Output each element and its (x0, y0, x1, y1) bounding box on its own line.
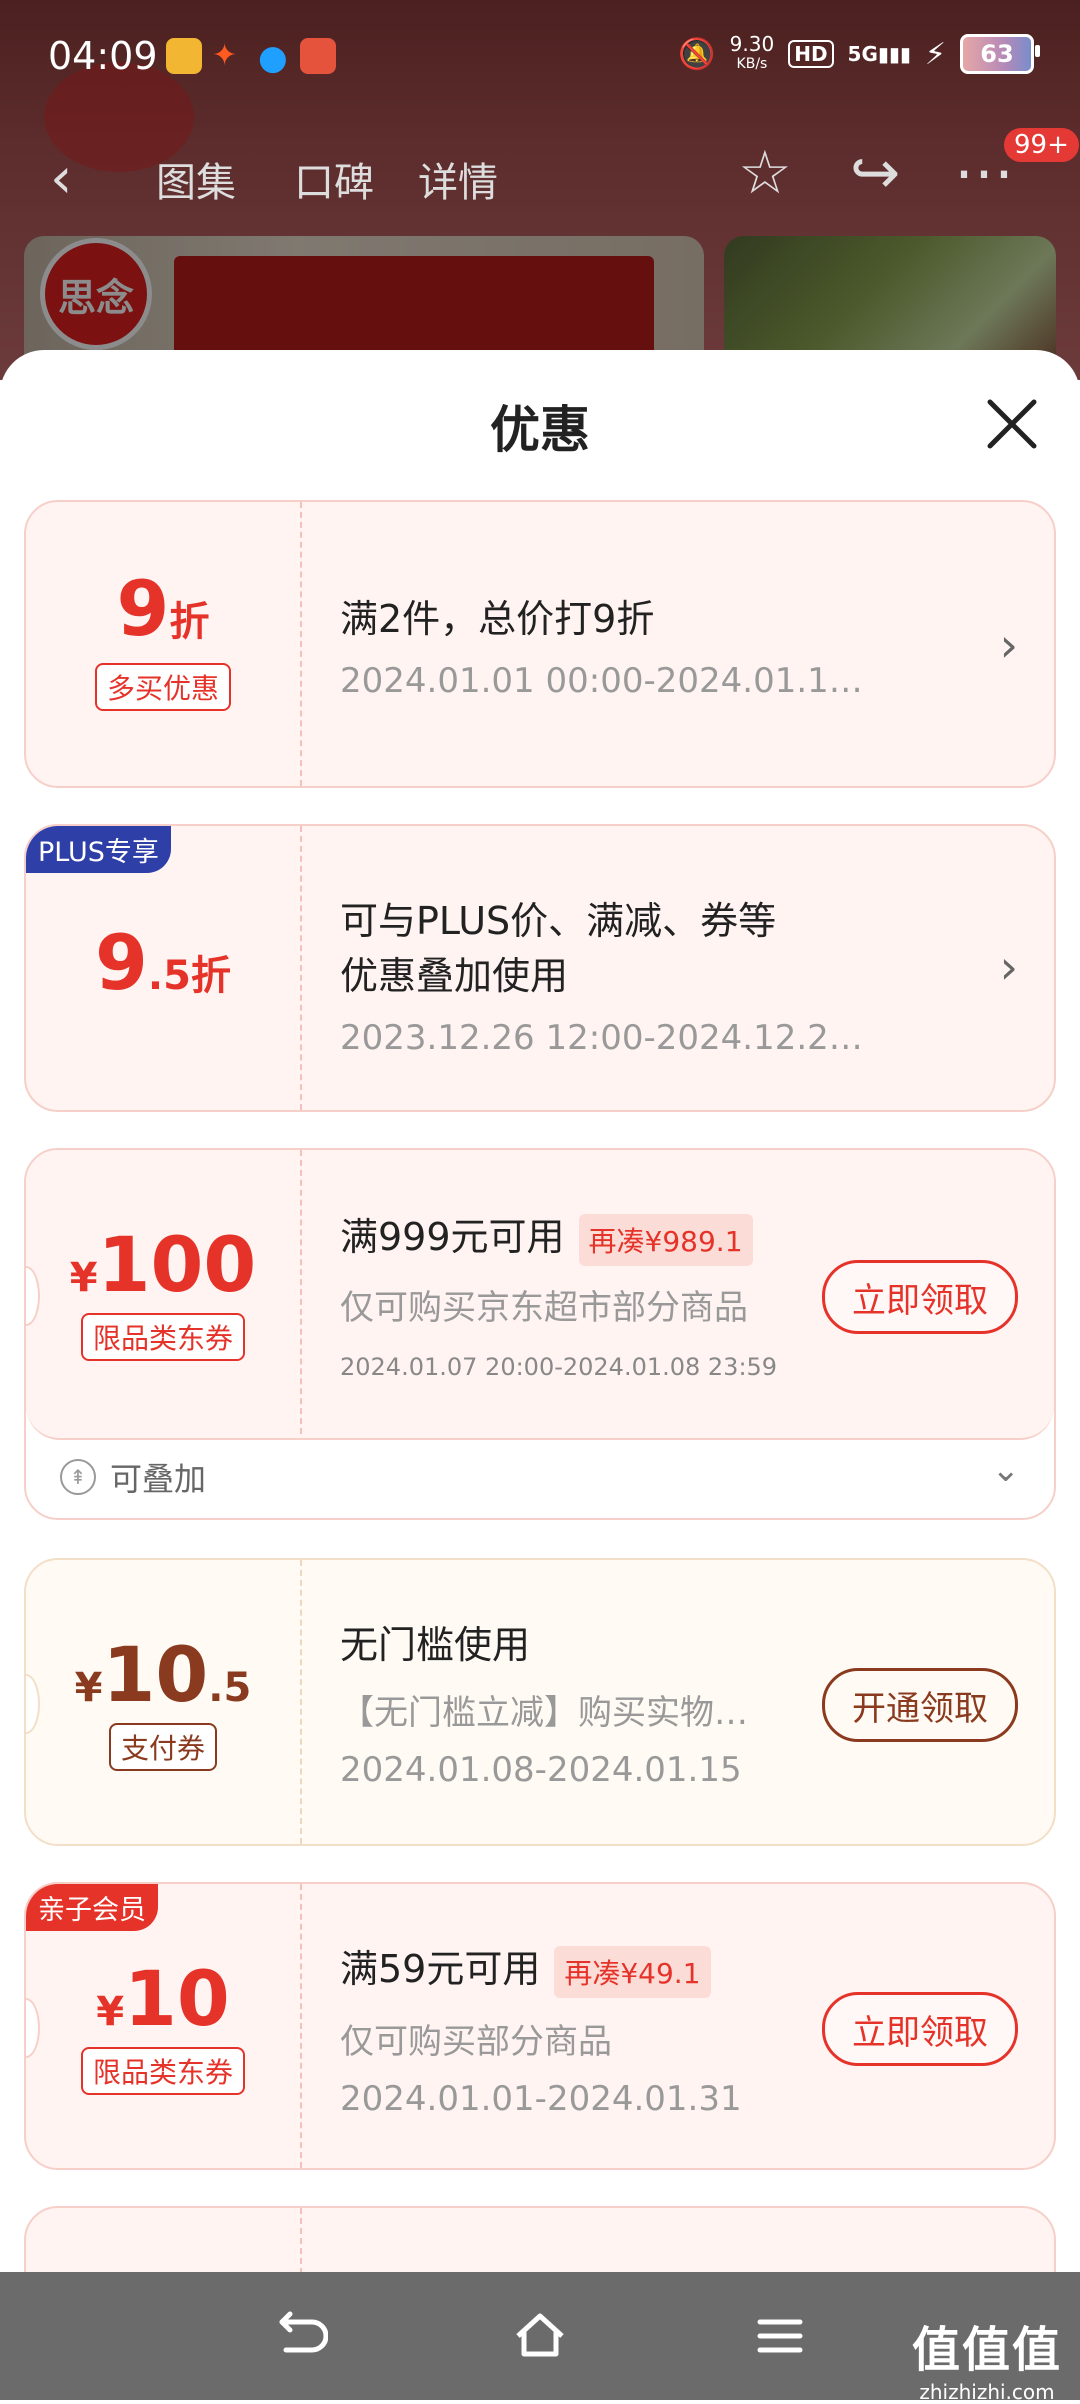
coupon-value: ¥10 限品类东券 (26, 1954, 300, 2095)
back-icon[interactable]: ‹ (50, 146, 72, 211)
status-time: 04:09 (48, 34, 158, 78)
claim-now-button[interactable]: 立即领取 (822, 1992, 1018, 2066)
offer-type-tag: 多买优惠 (94, 663, 231, 711)
coupon-card-payment: ¥10.5 支付券 无门槛使用 【无门槛立减】购买实物… 2024.01.08-… (24, 1558, 1056, 1846)
emoji-app-icon (166, 38, 202, 74)
status-bar: 04:09 ✦ ● 🔕 9.30 KB/s HD 5G▮▮▮ ⚡ 63 (0, 0, 1080, 116)
remaining-amount-hint: 再凑¥49.1 (554, 1945, 711, 1998)
tab-details[interactable]: 详情 (418, 150, 498, 208)
activate-claim-button[interactable]: 开通领取 (822, 1668, 1018, 1742)
favorite-star-icon[interactable]: ☆ (738, 138, 792, 208)
hot-app-icon: ✦ (212, 38, 238, 73)
coupon-card-parent-child: 亲子会员 ¥10 限品类东券 满59元可用 再凑¥49.1 仅可购买部分商品 20… (24, 1882, 1056, 2170)
coupon-type-tag: 限品类东券 (80, 1313, 245, 1361)
coupon-threshold: 满999元可用 再凑¥989.1 (340, 1206, 777, 1266)
home-nav-icon[interactable] (512, 2308, 568, 2364)
chevron-down-icon[interactable]: ⌄ (992, 1450, 1021, 1490)
offer-card-multi-buy[interactable]: 9折 多买优惠 满2件，总价打9折 2024.01.01 00:00-2024.… (24, 500, 1056, 788)
menu-nav-icon[interactable] (752, 2308, 808, 2364)
stack-icon: ⇞ (60, 1459, 96, 1495)
coupon-type-tag: 支付券 (108, 1723, 217, 1771)
coupon-scope: 【无门槛立减】购买实物… (340, 1693, 748, 1733)
coupon-scope: 仅可购买京东超市部分商品 (340, 1287, 748, 1328)
chevron-right-icon[interactable]: › (1000, 940, 1018, 994)
offer-period: 2024.01.01 00:00-2024.01.1… (340, 661, 863, 701)
coupon-card-jd-supermarket: ¥100 限品类东券 满999元可用 再凑¥989.1 仅可购买京东超市部分商品 … (24, 1148, 1056, 1520)
offer-rule: 可与PLUS价、满减、券等 (340, 899, 777, 943)
tab-gallery[interactable]: 图集 (156, 150, 236, 208)
close-icon[interactable] (976, 388, 1048, 460)
offer-rule: 满2件，总价打9折 (340, 597, 655, 641)
coupon-scope: 仅可购买部分商品 (340, 2021, 612, 2062)
chevron-right-icon[interactable]: › (1000, 618, 1018, 672)
remaining-amount-hint: 再凑¥989.1 (578, 1213, 753, 1266)
offers-sheet: 优惠 9折 多买优惠 满2件，总价打9折 2024.01.01 00:00-20… (0, 350, 1080, 2272)
coupon-period: 2024.01.01-2024.01.31 (340, 2078, 742, 2119)
coupon-value: ¥100 限品类东券 (26, 1220, 300, 1361)
offer-card-plus[interactable]: PLUS专享 9.5折 可与PLUS价、满减、券等 优惠叠加使用 2023.12… (24, 824, 1056, 1112)
offer-period: 2023.12.26 12:00-2024.12.2… (340, 1018, 863, 1058)
coupon-period: 2024.01.08-2024.01.15 (340, 1750, 742, 1790)
coupon-value: ¥10.5 支付券 (26, 1630, 300, 1771)
hd-icon: HD (788, 40, 834, 68)
claim-now-button[interactable]: 立即领取 (822, 1260, 1018, 1334)
offer-rule-cont: 优惠叠加使用 (340, 954, 569, 998)
coupon-threshold: 满59元可用 再凑¥49.1 (340, 1938, 742, 1998)
calendar-app-icon (300, 38, 336, 74)
offer-value: 9折 多买优惠 (26, 564, 300, 711)
offer-value: 9.5折 (95, 918, 231, 1007)
qq-icon: ● (258, 38, 288, 78)
mute-icon: 🔕 (678, 36, 716, 72)
stackable-label: 可叠加 (110, 1460, 207, 1498)
tab-reviews[interactable]: 口碑 (294, 150, 374, 208)
signal-icon: 5G▮▮▮ (847, 42, 911, 66)
plus-exclusive-badge: PLUS专享 (26, 826, 171, 873)
watermark: 值值值 zhizhizhi.com (911, 2322, 1062, 2404)
stackable-row[interactable]: ⇞ 可叠加 (60, 1454, 206, 1500)
coupon-threshold: 无门槛使用 (340, 1623, 531, 1667)
network-speed: 9.30 KB/s (729, 32, 775, 72)
coupon-type-tag: 限品类东券 (80, 2047, 245, 2095)
coupon-period: 2024.01.07 20:00-2024.01.08 23:59 (340, 1352, 778, 1381)
battery-icon: 63 (960, 34, 1040, 74)
charging-icon: ⚡ (924, 36, 946, 72)
coupon-card-partial (24, 2206, 1056, 2272)
message-count-badge: 99+ (1004, 128, 1079, 162)
share-icon[interactable]: ↪ (850, 138, 900, 208)
product-header: ‹ 图集 口碑 详情 ☆ ↪ ⋯ 99+ (0, 128, 1080, 220)
status-indicators: 🔕 9.30 KB/s HD 5G▮▮▮ ⚡ 63 (678, 32, 1040, 74)
back-nav-icon[interactable] (272, 2308, 328, 2364)
parent-child-member-badge: 亲子会员 (26, 1884, 158, 1931)
sheet-title: 优惠 (490, 401, 590, 459)
